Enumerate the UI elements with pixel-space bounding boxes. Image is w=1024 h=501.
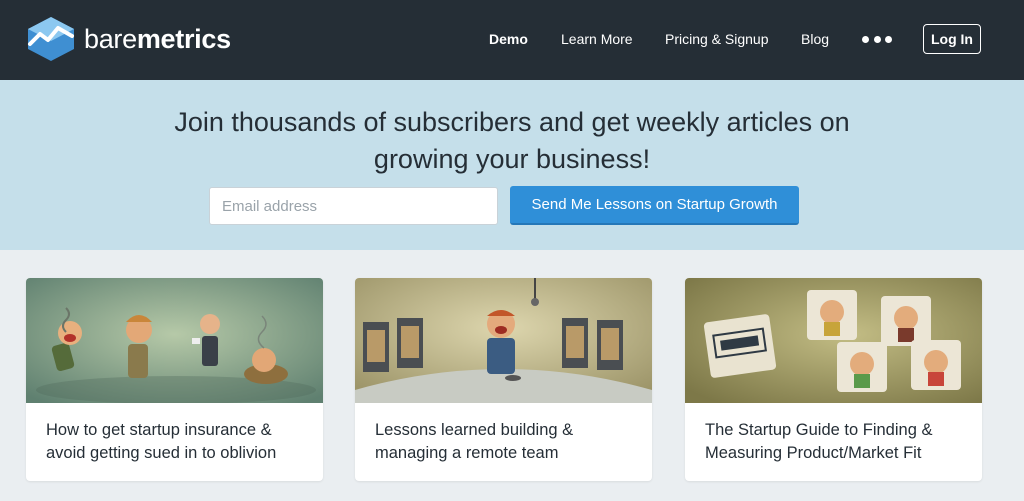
article-illustration-remote-team [355,278,652,403]
nav-link-learn-more[interactable]: Learn More [561,31,633,47]
brand-wordmark: baremetrics [84,24,231,55]
nav-link-blog[interactable]: Blog [801,31,829,47]
email-input[interactable] [209,187,498,225]
ellipsis-dot [885,35,892,43]
headline-line: growing your business! [373,144,651,174]
article-title-line: avoid getting sued in to oblivion [46,444,277,462]
login-button[interactable]: Log In [923,24,981,54]
headline-line: Join thousands of subscribers and get we… [174,107,850,137]
article-title[interactable]: How to get startup insurance & avoid get… [46,419,308,465]
baremetrics-logo-icon [28,17,74,61]
send-lessons-button[interactable]: Send Me Lessons on Startup Growth [510,186,799,225]
article-card-remote-team[interactable]: Lessons learned building & managing a re… [355,278,652,481]
brand-name-bold: metrics [136,23,231,54]
article-card-startup-insurance[interactable]: How to get startup insurance & avoid get… [26,278,323,481]
top-navbar: baremetrics Demo Learn More Pricing & Si… [0,0,1024,80]
article-title-line: How to get startup insurance & [46,421,272,439]
brand-logo[interactable]: baremetrics [26,16,231,62]
ellipsis-dot [873,35,881,43]
article-title-line: Measuring Product/Market Fit [705,444,922,462]
newsletter-headline: Join thousands of subscribers and get we… [0,104,1024,178]
nav-link-pricing-signup[interactable]: Pricing & Signup [665,31,769,47]
article-illustration-insurance [26,278,323,403]
article-card-product-market-fit[interactable]: The Startup Guide to Finding & Measuring… [685,278,982,481]
ellipsis-icon[interactable] [862,30,892,48]
ellipsis-dot [862,35,869,43]
article-illustration-product-market-fit [685,278,982,403]
article-title-line: The Startup Guide to Finding & [705,421,933,439]
article-title-line: managing a remote team [375,444,559,462]
brand-name-light: bare [84,23,137,54]
nav-link-demo[interactable]: Demo [489,31,528,47]
article-title[interactable]: The Startup Guide to Finding & Measuring… [705,419,967,465]
article-title-line: Lessons learned building & [375,421,574,439]
article-title[interactable]: Lessons learned building & managing a re… [375,419,637,465]
